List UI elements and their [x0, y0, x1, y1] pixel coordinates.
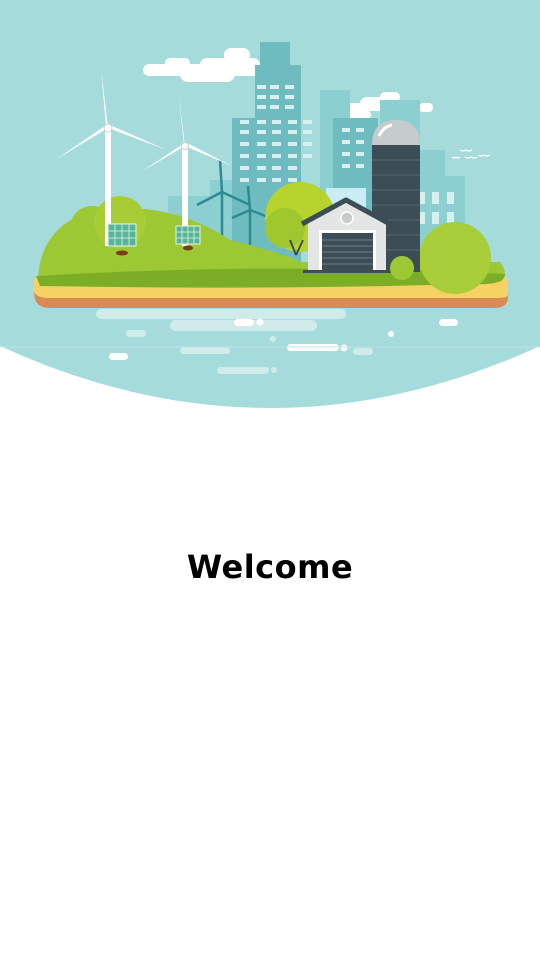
- welcome-title: Welcome: [186, 548, 354, 586]
- hero-illustration: [0, 0, 540, 420]
- bush-icon: [390, 256, 414, 280]
